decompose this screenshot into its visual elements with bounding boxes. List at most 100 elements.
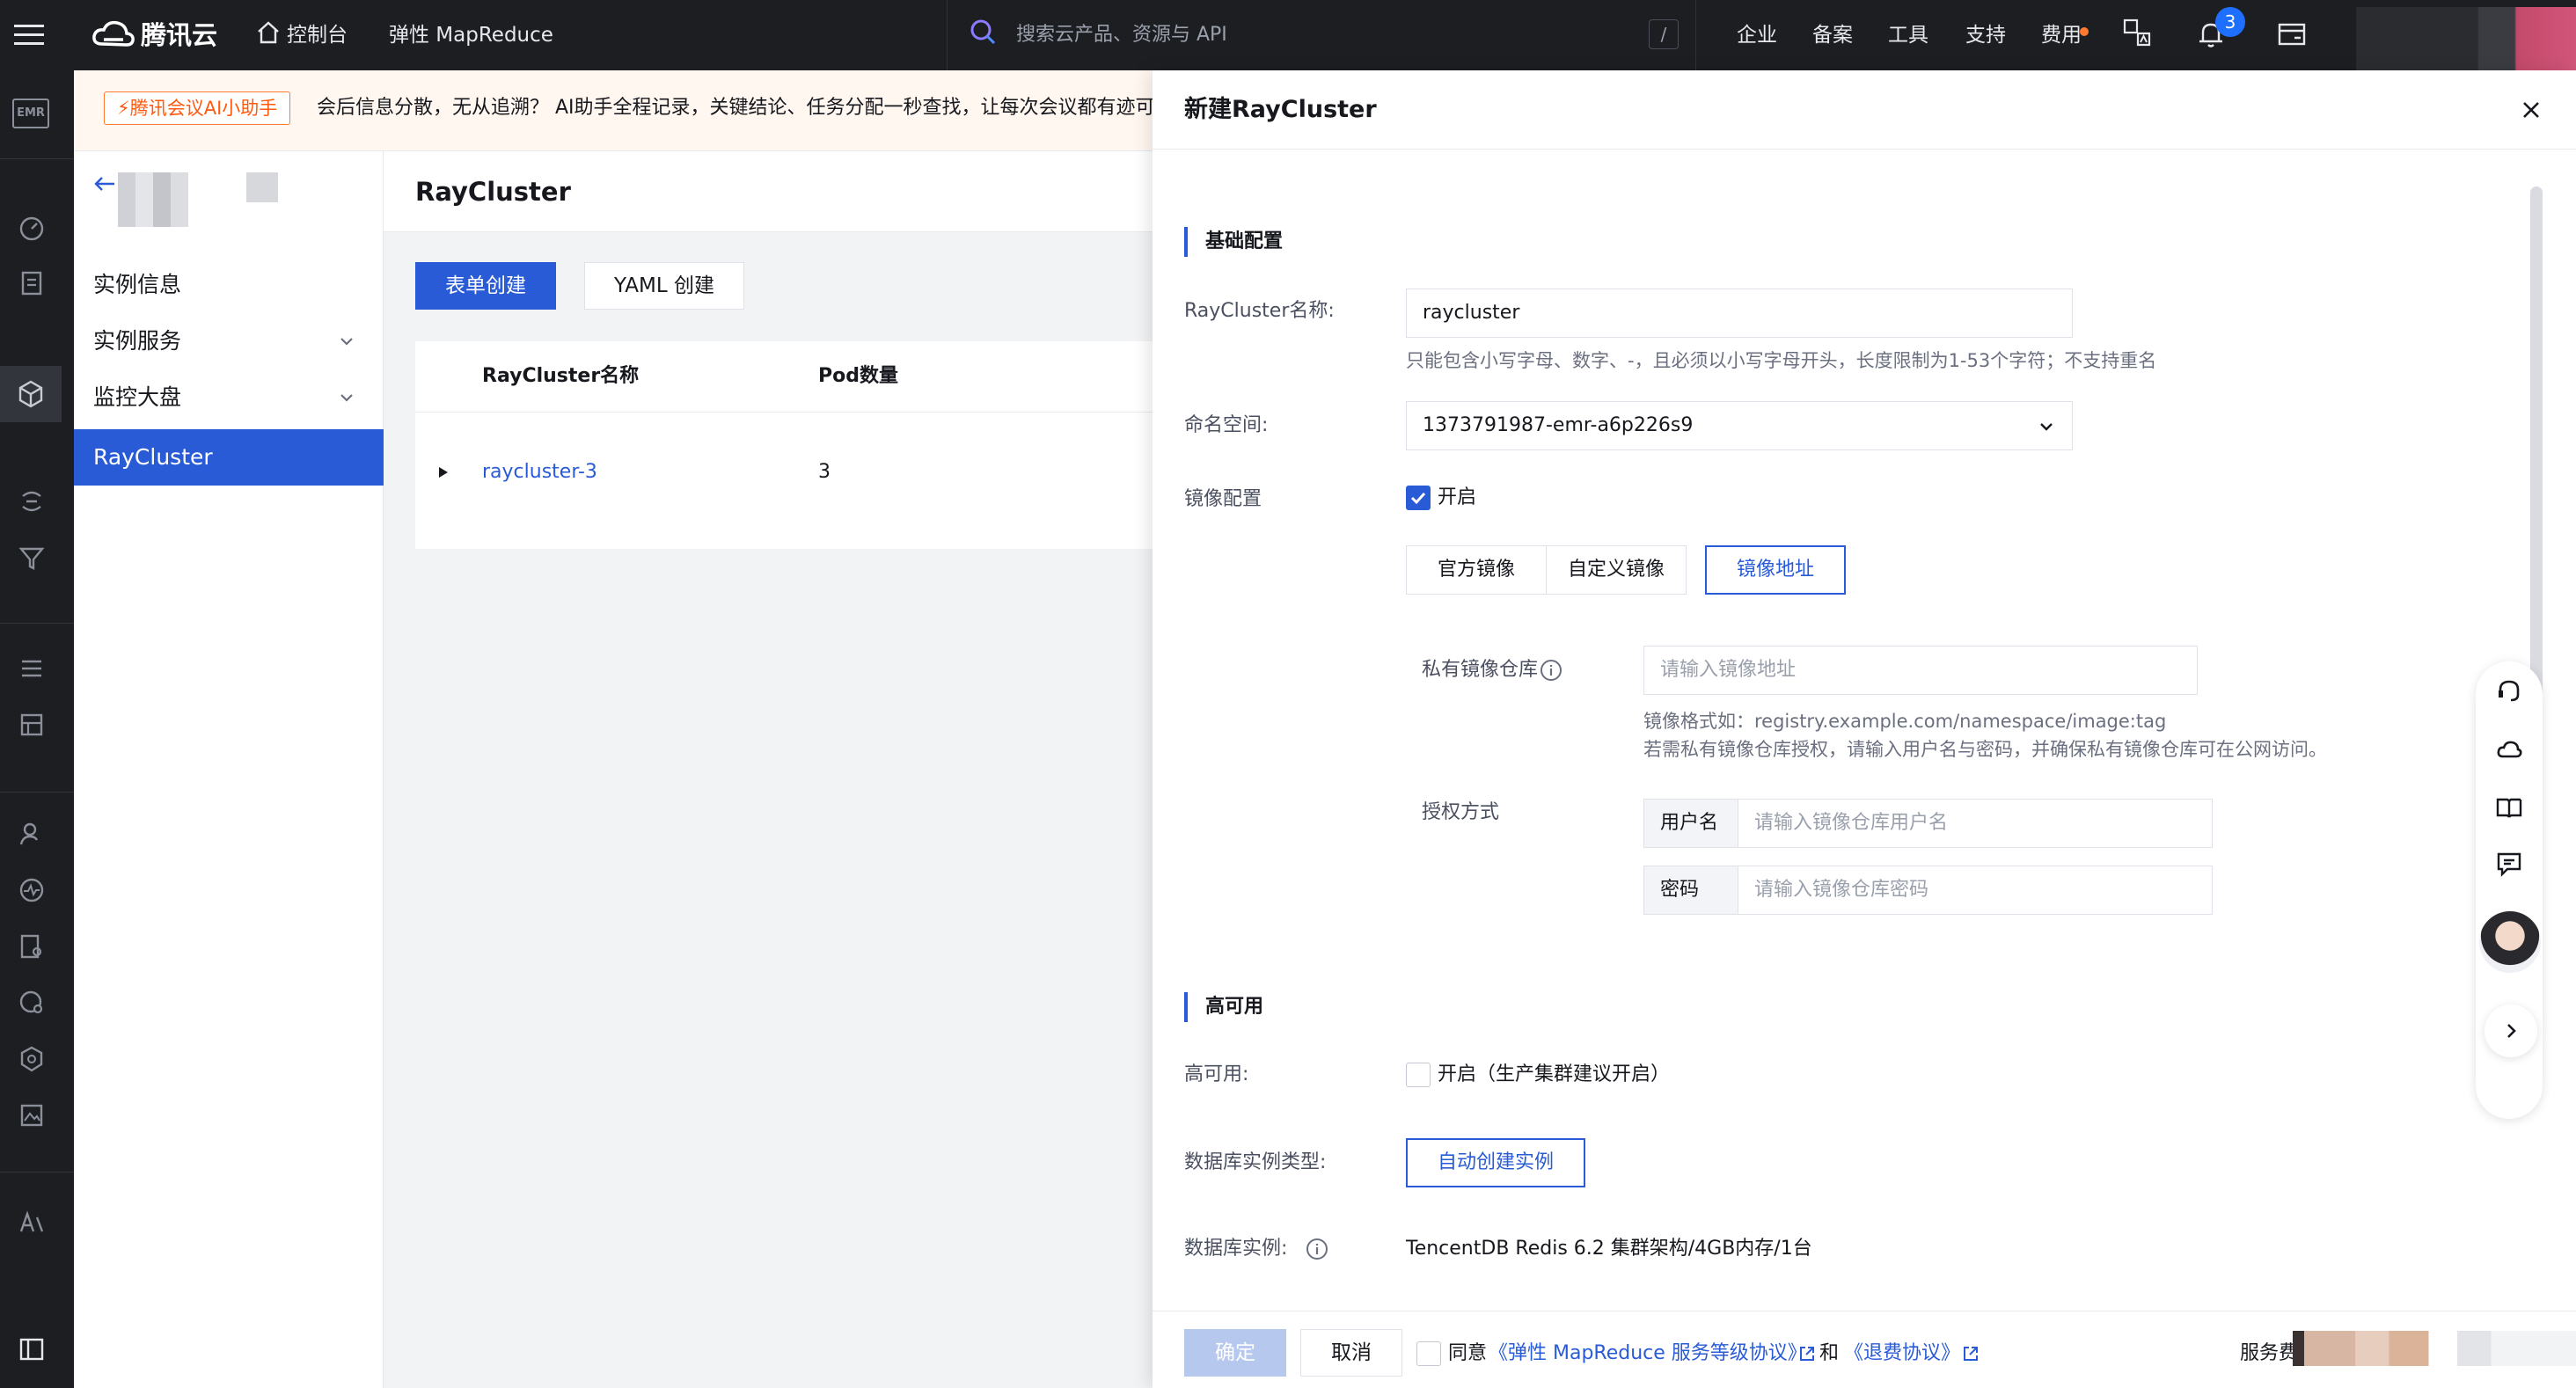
sidebar-item-raycluster[interactable]: RayCluster [74,429,384,486]
security-shield-icon[interactable] [18,1045,46,1073]
account-avatar[interactable] [2356,7,2576,74]
namespace-select[interactable]: 1373791987-emr-a6p226s9 [1406,401,2073,450]
username-input[interactable]: 请输入镜像仓库用户名 [1738,799,2213,848]
ai-assistant-icon[interactable] [18,1209,46,1237]
ha-label: 高可用: [1184,1063,1249,1085]
sidebar-item-label: 实例信息 [93,272,182,297]
workflow-icon[interactable] [18,487,46,515]
nav-support[interactable]: 支持 [1965,0,2006,70]
document-list-icon[interactable] [18,269,46,297]
cancel-button[interactable]: 取消 [1300,1329,1402,1377]
tab-custom-image[interactable]: 自定义镜像 [1546,545,1687,595]
chevron-down-icon [338,332,355,350]
product-icon-rail: EMR [0,70,74,1388]
home-icon[interactable] [255,19,282,46]
notice-tag[interactable]: ⚡腾讯会议AI小助手 [104,91,291,125]
confirm-button[interactable]: 确定 [1184,1329,1286,1377]
db-type-auto-create-button[interactable]: 自动创建实例 [1406,1138,1585,1187]
refund-agreement-link[interactable]: 《退费协议》 [1844,1336,1960,1371]
globe-settings-icon[interactable] [18,989,46,1017]
auth-method-label: 授权方式 [1422,801,1500,823]
shopping-cart-icon[interactable] [2277,19,2307,49]
section-basic-config: 基础配置 [1184,227,1283,257]
brand-name[interactable]: 腾讯云 [141,0,217,70]
image-config-checkbox[interactable] [1406,486,1431,510]
image-format-hint: 镜像格式如：registry.example.com/namespace/ima… [1643,711,2167,732]
cluster-box-icon[interactable] [0,366,62,422]
raycluster-name-label: RayCluster名称: [1184,300,1335,322]
instance-name-redacted [118,172,188,227]
raycluster-name-link[interactable]: raycluster-3 [482,455,597,490]
db-instance-value: TencentDB Redis 6.2 集群架构/4GB内存/1台 [1406,1238,1812,1260]
dashboard-gauge-icon[interactable] [18,215,46,243]
tab-official-image[interactable]: 官方镜像 [1406,545,1547,595]
back-arrow-icon[interactable] [91,171,118,197]
cloud-icon[interactable] [2495,735,2523,763]
customer-service-icon[interactable] [2495,677,2523,705]
table-icon[interactable] [18,711,46,739]
nav-filing[interactable]: 备案 [1812,0,1853,70]
tencent-cloud-logo-icon[interactable] [91,18,135,53]
column-header-name[interactable]: RayCluster名称 [482,341,639,412]
form-create-button[interactable]: 表单创建 [415,262,556,310]
drawer-scrollbar[interactable] [2530,186,2543,732]
sidebar-item-label: 实例服务 [93,328,182,354]
book-icon[interactable] [2495,793,2523,822]
collapse-sidebar-icon[interactable] [18,1335,46,1363]
section-high-availability: 高可用 [1184,992,1263,1022]
report-search-icon[interactable] [18,932,46,961]
drawer-footer: 确定 取消 同意 《弹性 MapReduce 服务等级协议》 和 《退费协议》 … [1153,1311,2576,1388]
sidebar-item-instance-info[interactable]: 实例信息 [74,257,384,313]
nav-tools[interactable]: 工具 [1888,0,1928,70]
namespace-label: 命名空间: [1184,414,1269,436]
language-switch-icon[interactable] [2122,18,2152,47]
sidebar-item-instance-services[interactable]: 实例服务 [74,313,384,369]
expand-toolbar-button[interactable] [2485,1004,2537,1057]
tab-image-address[interactable]: 镜像地址 [1705,545,1846,595]
expand-row-icon[interactable] [436,464,450,481]
top-navigation-bar: 腾讯云 控制台 弹性 MapReduce 搜索云产品、资源与 API / 企业 … [0,0,2576,74]
search-input[interactable]: 搜索云产品、资源与 API [1016,0,1227,70]
assistant-avatar[interactable] [2479,911,2541,973]
rail-divider [0,623,74,624]
monitor-pulse-icon[interactable] [18,876,46,904]
pod-count: 3 [818,461,831,483]
sla-agreement-link[interactable]: 《弹性 MapReduce 服务等级协议》 [1489,1336,1807,1371]
sidebar-item-label: 监控大盘 [93,384,182,410]
rail-divider [0,158,74,159]
menu-icon[interactable] [14,21,44,49]
external-link-icon [1962,1345,1980,1362]
chevron-down-icon [2037,417,2056,436]
raycluster-name-hint: 只能包含小写字母、数字、-，且必须以小写字母开头，长度限制为1-53个字符；不支… [1406,350,2157,371]
notice-text[interactable]: 会后信息分散，无从追溯？ AI助手全程记录，关键结论、任务分配一秒查找，让每次会… [317,91,1175,125]
info-icon[interactable] [1540,659,1562,682]
agree-text: 同意 [1448,1342,1488,1364]
image-auth-hint: 若需私有镜像仓库授权，请输入用户名与密码，并确保私有镜像仓库可在公网访问。 [1643,739,2327,760]
agree-checkbox[interactable] [1416,1341,1441,1366]
ha-checkbox[interactable] [1406,1063,1431,1087]
sidebar-item-monitoring[interactable]: 监控大盘 [74,369,384,426]
password-input[interactable]: 请输入镜像仓库密码 [1738,866,2213,915]
nav-billing[interactable]: 费用 [2041,0,2082,70]
close-icon[interactable] [2516,95,2546,125]
notification-count-badge: 3 [2215,7,2245,37]
nav-enterprise[interactable]: 企业 [1737,0,1777,70]
column-header-pods[interactable]: Pod数量 [818,341,898,412]
image-frame-icon[interactable] [18,1101,46,1129]
console-link[interactable]: 控制台 [287,0,348,70]
global-search[interactable]: 搜索云产品、资源与 API [947,0,1696,70]
filter-icon[interactable] [18,544,46,572]
info-icon[interactable] [1306,1238,1328,1260]
yaml-create-button[interactable]: YAML 创建 [584,262,744,310]
product-name[interactable]: 弹性 MapReduce [389,0,553,70]
user-settings-icon[interactable] [18,820,46,848]
raycluster-name-input[interactable]: raycluster [1406,289,2073,338]
and-text: 和 [1819,1342,1840,1364]
list-icon[interactable] [18,654,46,683]
feedback-icon[interactable] [2495,850,2523,878]
image-config-enable-text: 开启 [1438,486,1477,508]
service-fee-label: 服务费 [2240,1342,2299,1364]
private-repo-input[interactable]: 请输入镜像地址 [1643,646,2198,695]
db-type-label: 数据库实例类型: [1184,1151,1327,1173]
create-raycluster-drawer: 新建RayCluster 基础配置 RayCluster名称: rayclust… [1153,70,2576,1388]
